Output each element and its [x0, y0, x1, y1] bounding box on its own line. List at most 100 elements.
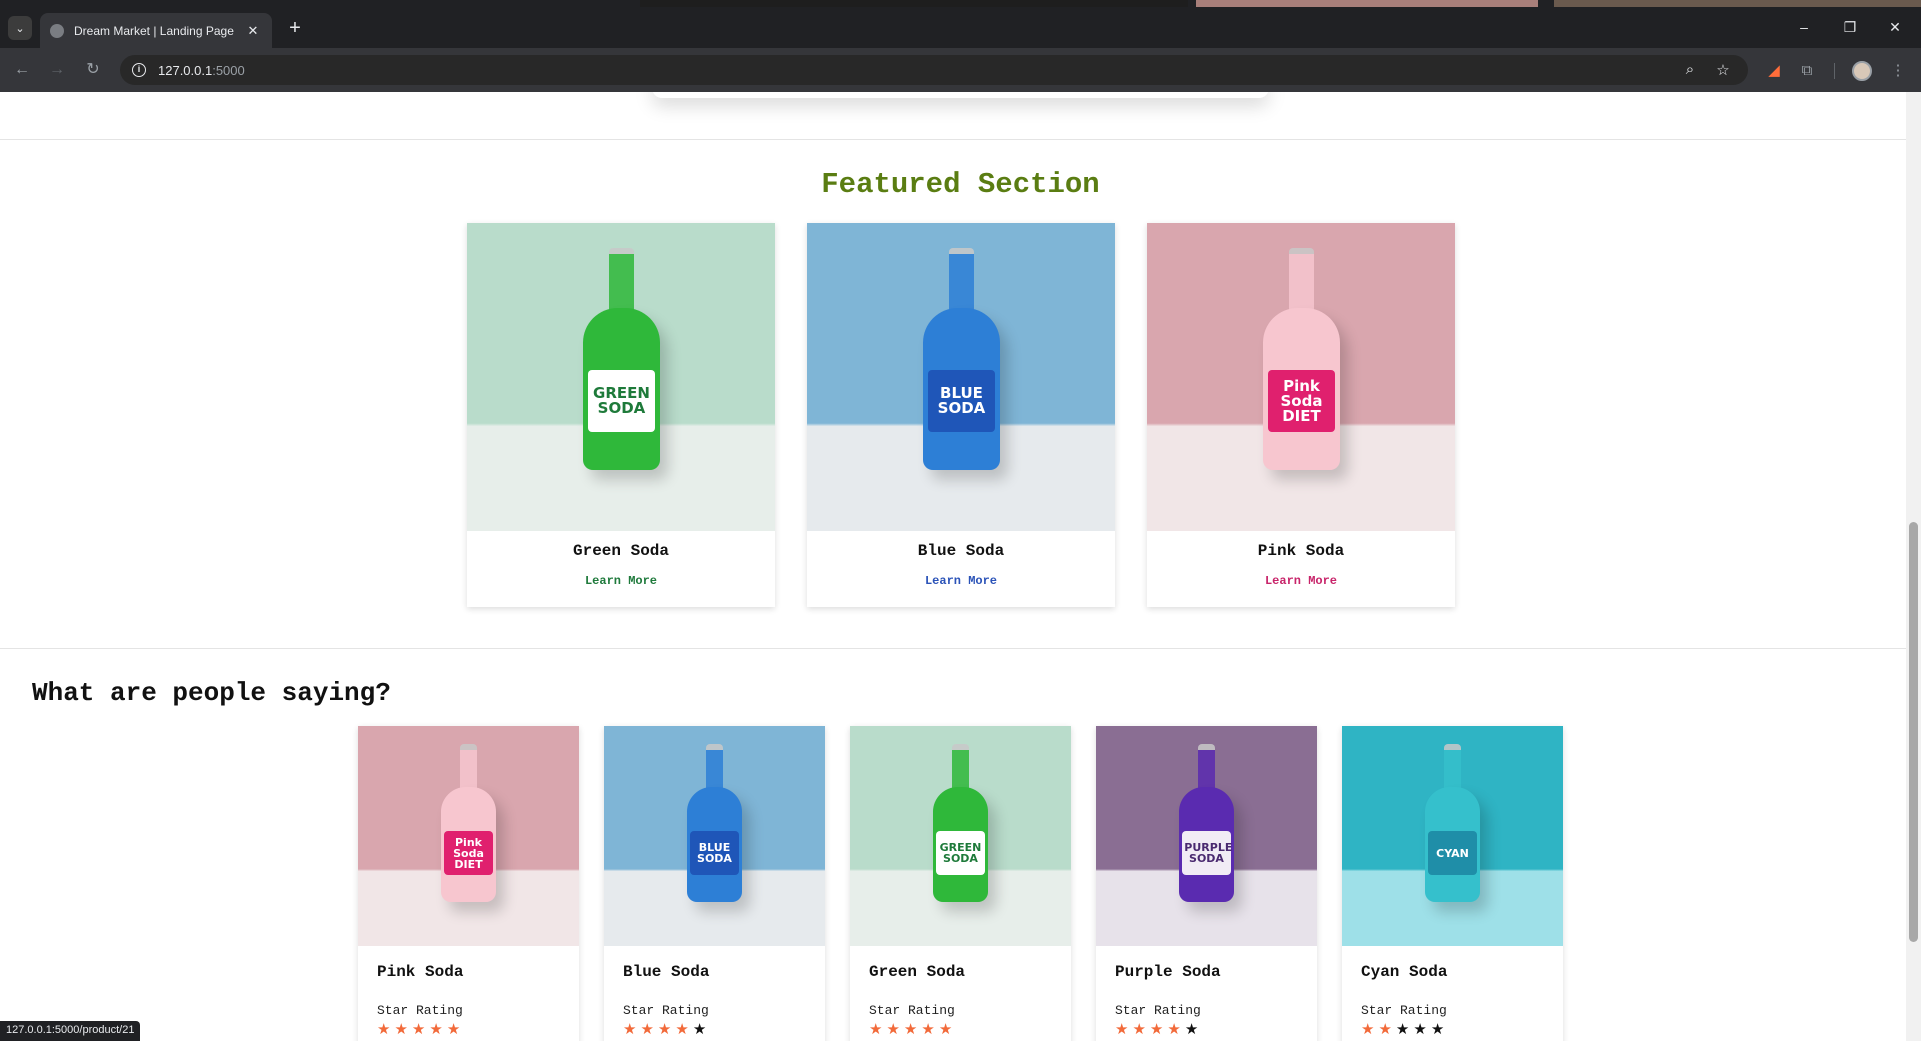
globe-icon [50, 23, 64, 38]
product-image[interactable]: GREEN SODA [850, 726, 1071, 946]
featured-product-card[interactable]: Pink Soda DIET Pink Soda Learn More [1147, 223, 1455, 607]
product-name: Purple Soda [1115, 963, 1221, 981]
product-name: Pink Soda [377, 963, 464, 981]
tab-search-button[interactable]: ⌄ [8, 16, 32, 40]
review-card[interactable]: Pink Soda DIET Pink Soda Star Rating ★★★★★ [358, 726, 579, 1041]
profile-avatar[interactable] [1852, 61, 1872, 81]
star-icon: ★ [1167, 1021, 1185, 1038]
tab-strip: ⌄ Dream Market | Landing Page ✕ + – ❐ ✕ [0, 7, 1921, 48]
learn-more-link[interactable]: Learn More [1147, 574, 1455, 588]
bottle-label-lettering: Pink Soda DIET [453, 835, 484, 871]
scrollbar-thumb[interactable] [1909, 522, 1918, 942]
bottle-neck [951, 744, 970, 792]
product-image[interactable]: Pink Soda DIET [358, 726, 579, 946]
forward-arrow-icon[interactable]: → [45, 58, 69, 82]
close-window-icon[interactable]: ✕ [1885, 19, 1905, 36]
page-viewport: Featured Section GREEN SODA Green Soda Lea… [0, 92, 1921, 1041]
star-icon: ★ [429, 1021, 447, 1038]
product-image[interactable]: PURPLE SODA [1096, 726, 1317, 946]
star-icon: ★ [640, 1021, 658, 1038]
product-name: Green Soda [572, 542, 669, 560]
review-card[interactable]: BLUE SODA Blue Soda Star Rating ★★★★★ [604, 726, 825, 1041]
star-rating-label: Star Rating [1115, 1003, 1201, 1018]
star-icon: ★ [886, 1021, 904, 1038]
minimize-icon[interactable]: – [1794, 19, 1814, 35]
star-icon: ★ [1115, 1021, 1133, 1038]
review-card[interactable]: PURPLE SODA Purple Soda Star Rating ★★★★★ [1096, 726, 1317, 1041]
star-rating: ★★★★★ [1361, 1020, 1448, 1038]
bottle-label: BLUE SODA [927, 370, 996, 433]
bottle-neck [1289, 248, 1314, 315]
star-icon: ★ [1149, 1021, 1168, 1038]
bottle-label: GREEN SODA [587, 370, 656, 433]
toolbar-separator [1834, 63, 1835, 79]
star-icon: ★ [1132, 1021, 1150, 1038]
star-icon: ★ [394, 1021, 412, 1038]
bottle-label: BLUE SODA [690, 830, 739, 876]
bottle-label-lettering: GREEN SODA [593, 384, 650, 418]
background-window-strip [1196, 0, 1538, 7]
product-name: Cyan Soda [1361, 963, 1448, 981]
bottle-neck [609, 248, 634, 315]
product-name: Green Soda [869, 963, 966, 981]
star-icon: ★ [903, 1021, 922, 1038]
zoom-icon[interactable]: ⌕ [1680, 61, 1700, 78]
bottle-label-lettering: Pink Soda DIET [1280, 376, 1323, 425]
star-rating: ★★★★★ [1115, 1020, 1202, 1038]
url-port: :5000 [212, 62, 245, 78]
product-image[interactable]: Pink Soda DIET [1147, 223, 1455, 531]
featured-product-card[interactable]: GREEN SODA Green Soda Learn More [467, 223, 775, 607]
review-card[interactable]: CYAN Cyan Soda Star Rating ★★★★★ [1342, 726, 1563, 1041]
star-icon: ★ [1378, 1021, 1396, 1038]
learn-more-link[interactable]: Learn More [467, 574, 775, 588]
restore-icon[interactable]: ❐ [1840, 19, 1860, 36]
reload-icon[interactable]: ↻ [81, 58, 105, 82]
hero-card-remnant [652, 92, 1269, 98]
bottle-label: PURPLE SODA [1182, 830, 1233, 876]
star-rating-label: Star Rating [377, 1003, 463, 1018]
star-icon: ★ [446, 1021, 465, 1038]
star-icon: ★ [869, 1021, 887, 1038]
star-icon: ★ [1184, 1021, 1203, 1038]
star-icon: ★ [623, 1021, 641, 1038]
star-icon: ★ [675, 1021, 693, 1038]
product-name: Pink Soda [1257, 542, 1345, 560]
star-rating-label: Star Rating [623, 1003, 709, 1018]
featured-section-title: Featured Section [821, 168, 1100, 201]
more-menu-icon[interactable]: ⋮ [1888, 61, 1908, 81]
back-arrow-icon[interactable]: ← [10, 58, 34, 82]
bottle-neck [1197, 744, 1216, 792]
bookmark-star-icon[interactable]: ☆ [1713, 61, 1733, 79]
browser-toolbar: ← → ↻ i 127.0.0.1 :5000 ⌕ ☆ ◢ ⧉ ⋮ [0, 48, 1921, 92]
bottle-neck [1443, 744, 1462, 792]
featured-product-card[interactable]: BLUE SODA Blue Soda Learn More [807, 223, 1115, 607]
bottle-label: GREEN SODA [936, 830, 985, 876]
product-image[interactable]: GREEN SODA [467, 223, 775, 531]
star-icon: ★ [1395, 1021, 1414, 1038]
product-image[interactable]: CYAN [1342, 726, 1563, 946]
bottle-label: Pink Soda DIET [444, 830, 493, 876]
learn-more-link[interactable]: Learn More [807, 574, 1115, 588]
review-card[interactable]: GREEN SODA Green Soda Star Rating ★★★★★ [850, 726, 1071, 1041]
close-icon[interactable]: ✕ [244, 23, 262, 39]
active-tab[interactable]: Dream Market | Landing Page ✕ [40, 13, 272, 48]
star-icon: ★ [377, 1021, 395, 1038]
star-rating: ★★★★★ [623, 1020, 710, 1038]
star-rating-label: Star Rating [869, 1003, 955, 1018]
product-name: Blue Soda [623, 963, 710, 981]
extension-icon[interactable]: ◢ [1764, 61, 1784, 81]
site-info-icon[interactable]: i [132, 63, 146, 77]
reviews-section-title: What are people saying? [32, 678, 391, 708]
product-image[interactable]: BLUE SODA [807, 223, 1115, 531]
new-tab-button[interactable]: + [283, 16, 307, 40]
bottle-label-lettering: BLUE SODA [697, 841, 732, 865]
url-host: 127.0.0.1 [158, 62, 213, 78]
bottle-label-lettering: GREEN SODA [939, 841, 982, 865]
bottle-label-lettering: PURPLE SODA [1184, 841, 1233, 865]
address-bar[interactable]: i 127.0.0.1 :5000 ⌕ ☆ [120, 55, 1748, 85]
product-image[interactable]: BLUE SODA [604, 726, 825, 946]
extensions-puzzle-icon[interactable]: ⧉ [1797, 61, 1817, 81]
star-icon: ★ [938, 1021, 957, 1038]
section-divider [0, 648, 1921, 649]
star-icon: ★ [921, 1021, 939, 1038]
